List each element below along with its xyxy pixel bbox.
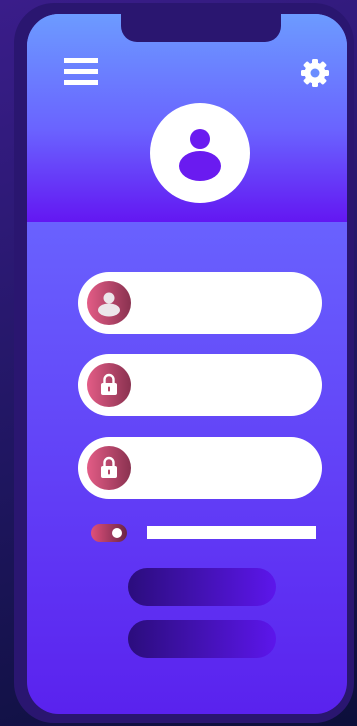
hamburger-menu-icon[interactable]: [64, 58, 98, 88]
primary-button[interactable]: [128, 568, 276, 606]
lock-icon: [87, 363, 131, 407]
gear-icon[interactable]: [299, 57, 331, 89]
user-icon: [87, 281, 131, 325]
lock-icon: [87, 446, 131, 490]
confirm-password-input[interactable]: [140, 449, 310, 489]
confirm-password-field[interactable]: [78, 437, 322, 499]
user-avatar-icon: [179, 129, 221, 181]
password-field[interactable]: [78, 354, 322, 416]
username-field[interactable]: [78, 272, 322, 334]
username-input[interactable]: [140, 284, 310, 324]
app-screen: [27, 14, 347, 714]
phone-frame: [14, 3, 354, 723]
user-avatar[interactable]: [150, 103, 250, 203]
toggle-knob: [112, 528, 122, 538]
toggle-label: [147, 526, 316, 539]
secondary-button[interactable]: [128, 620, 276, 658]
remember-toggle[interactable]: [91, 524, 127, 542]
password-input[interactable]: [140, 366, 310, 406]
phone-notch: [121, 14, 281, 42]
